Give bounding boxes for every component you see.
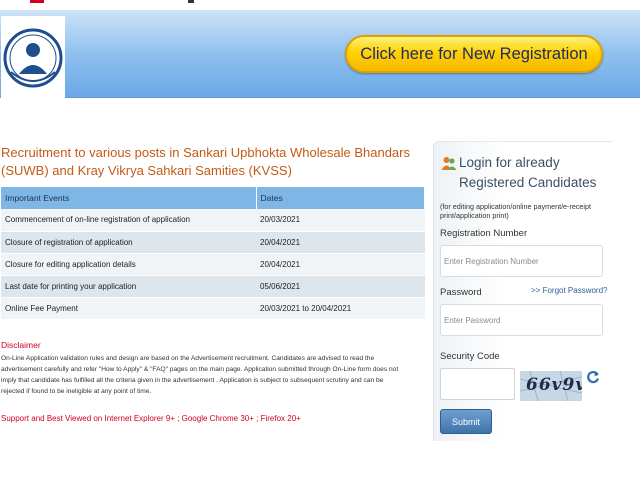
date-cell: 20/03/2021 to 20/04/2021 xyxy=(256,297,425,320)
table-row: Commencement of on-line registration of … xyxy=(1,209,425,232)
captcha-text: 66v9v xyxy=(526,375,582,395)
users-icon xyxy=(441,157,457,170)
table-row: Closure of registration of application 2… xyxy=(1,231,425,254)
event-cell: Closure for editing application details xyxy=(1,253,256,276)
event-cell: Online Fee Payment xyxy=(1,297,256,320)
page-title: Recruitment to various posts in Sankari … xyxy=(1,145,410,178)
table-row: Online Fee Payment 20/03/2021 to 20/04/2… xyxy=(1,297,425,320)
event-cell: Commencement of on-line registration of … xyxy=(1,209,256,232)
browser-top-strip xyxy=(0,0,640,10)
browser-support-note: Support and Best Viewed on Internet Expl… xyxy=(1,414,301,423)
important-events-table: Important Events Dates Commencement of o… xyxy=(1,187,425,320)
date-cell: 20/04/2021 xyxy=(256,231,425,254)
registration-number-input[interactable] xyxy=(440,245,603,277)
table-row: Last date for printing your application … xyxy=(1,275,425,298)
refresh-icon[interactable] xyxy=(586,370,600,384)
captcha-image: 66v9v xyxy=(520,371,582,401)
date-cell: 20/03/2021 xyxy=(256,209,425,232)
new-registration-button[interactable]: Click here for New Registration xyxy=(345,35,603,73)
dates-column-header: Dates xyxy=(256,187,425,209)
login-note: (for editing application/online payment/… xyxy=(440,202,592,220)
forgot-password-link[interactable]: >> Forgot Password? xyxy=(531,286,607,295)
password-label: Password xyxy=(440,287,482,298)
event-cell: Closure of registration of application xyxy=(1,231,256,254)
security-code-input[interactable] xyxy=(440,368,515,400)
event-cell: Last date for printing your application xyxy=(1,275,256,298)
date-cell: 20/04/2021 xyxy=(256,253,425,276)
table-header-row: Important Events Dates xyxy=(1,187,425,209)
page-header: Click here for New Registration xyxy=(0,10,640,100)
date-cell: 05/06/2021 xyxy=(256,275,425,298)
registration-number-label: Registration Number xyxy=(440,228,528,239)
login-title-line2: Registered Candidates xyxy=(459,175,597,190)
table-row: Closure for editing application details … xyxy=(1,253,425,276)
disclaimer-title: Disclaimer xyxy=(1,340,41,350)
top-strip-mark xyxy=(30,0,44,3)
disclaimer-text: On-Line Application validation rules and… xyxy=(1,355,399,395)
events-column-header: Important Events xyxy=(1,187,257,209)
top-strip-mark xyxy=(188,0,194,3)
organization-logo xyxy=(1,16,65,100)
submit-button[interactable]: Submit xyxy=(440,409,492,434)
login-title-line1: Login for already xyxy=(459,155,560,170)
password-input[interactable] xyxy=(440,304,603,336)
security-code-label: Security Code xyxy=(440,351,500,362)
